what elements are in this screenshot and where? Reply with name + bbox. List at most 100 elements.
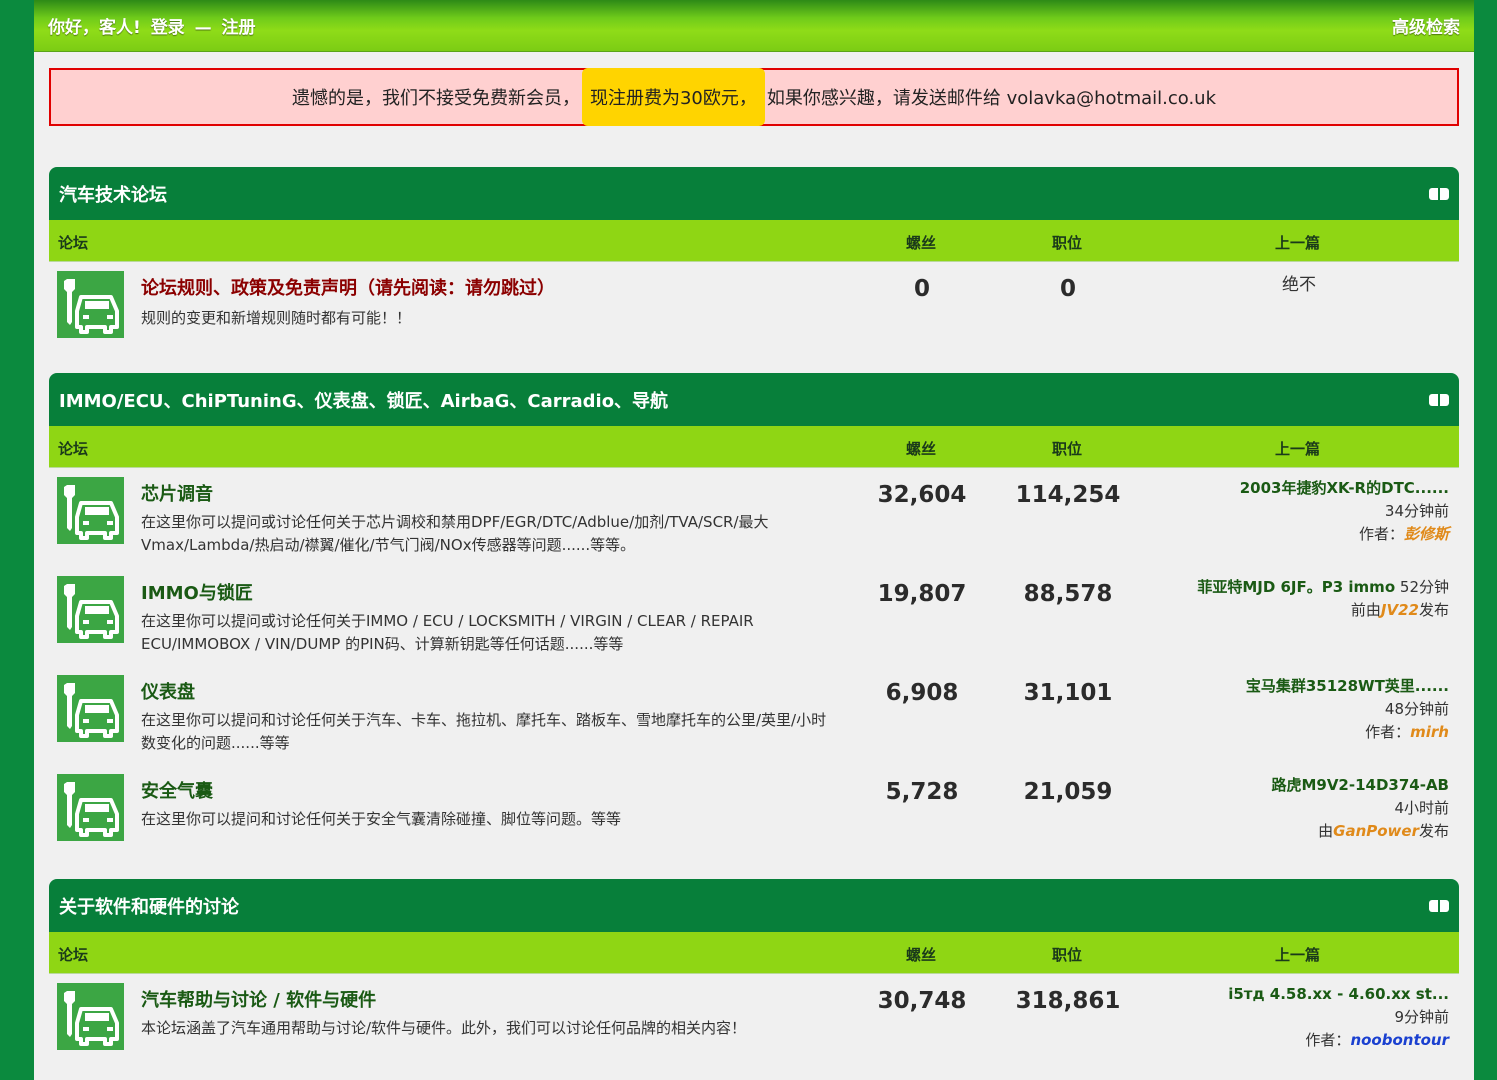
category-title: 汽车技术论坛 <box>59 184 167 206</box>
post-count: 88,578 <box>1023 581 1113 607</box>
category-title: 关于软件和硬件的讨论 <box>59 896 239 918</box>
category-immo-ecu: IMMO/ECU、ChiPTuninG、仪表盘、锁匠、AirbaG、Carrad… <box>49 373 1459 845</box>
collapse-toggle-icon[interactable] <box>1429 393 1449 406</box>
column-last-post: 上一篇 <box>1275 440 1321 458</box>
last-post-info: 菲亚特MJD 6JF。P3 immo 52分钟 前由JV22发布 <box>1197 576 1449 622</box>
last-post-user-link[interactable]: JV22 <box>1381 601 1419 619</box>
car-wrench-icon <box>57 271 124 338</box>
post-count: 21,059 <box>1023 779 1113 805</box>
register-link[interactable]: 注册 <box>222 18 256 38</box>
last-post-info: 宝马集群35128WT英里...... 48分钟前 作者：mirh <box>1246 675 1449 744</box>
advanced-search-link[interactable]: 高级检索 <box>1392 13 1460 38</box>
column-header-row: 论坛 螺丝 职位 上一篇 <box>49 932 1459 974</box>
by-prefix: 由 <box>1318 822 1334 840</box>
forum-row: IMMO与锁匠 在这里你可以提问或讨论任何关于IMMO / ECU / LOCK… <box>49 567 1459 666</box>
last-post-info: 2003年捷豹XK-R的DTC...... 34分钟前 作者：彭修斯 <box>1240 477 1449 546</box>
page: 你好，客人! 登录 — 注册 高级检索 遗憾的是，我们不接受免费新会员， 现注册… <box>34 0 1474 1080</box>
car-wrench-icon <box>57 675 124 742</box>
last-post-user-link[interactable]: GanPower <box>1333 822 1419 840</box>
car-wrench-icon <box>57 576 124 643</box>
greeting-text: 你好，客人! <box>48 18 141 38</box>
column-threads: 螺丝 <box>906 440 937 458</box>
column-header-row: 论坛 螺丝 职位 上一篇 <box>49 426 1459 468</box>
last-post-time: 4小时前 <box>1394 799 1449 817</box>
column-posts: 职位 <box>1052 234 1083 252</box>
separator: — <box>194 18 212 38</box>
forum-row: 仪表盘 在这里你可以提问和讨论任何关于汽车、卡车、拖拉机、摩托车、踏板车、雪地摩… <box>49 666 1459 765</box>
author-label: 作者： <box>1305 1031 1351 1049</box>
forum-title-link[interactable]: 论坛规则、政策及免责声明（请先阅读：请勿跳过） <box>141 274 555 300</box>
forum-row: 汽车帮助与讨论 / 软件与硬件 本论坛涵盖了汽车通用帮助与讨论/软件与硬件。此外… <box>49 974 1459 1079</box>
last-post-title-link[interactable]: i5тд 4.58.xx - 4.60.xx st... <box>1228 983 1449 1006</box>
notice-text-after: 如果你感兴趣，请发送邮件给 volavka@hotmail.co.uk <box>766 88 1217 109</box>
last-post-title-link[interactable]: 路虎M9V2-14D374-AB <box>1271 774 1449 797</box>
last-post-none: 绝不 <box>1282 275 1316 295</box>
thread-count: 0 <box>913 276 930 302</box>
forum-description: 在这里你可以提问和讨论任何关于汽车、卡车、拖拉机、摩托车、踏板车、雪地摩托车的公… <box>141 711 827 752</box>
category-header: IMMO/ECU、ChiPTuninG、仪表盘、锁匠、AirbaG、Carrad… <box>49 373 1459 426</box>
column-posts: 职位 <box>1052 440 1083 458</box>
forum-description: 本论坛涵盖了汽车通用帮助与讨论/软件与硬件。此外，我们可以讨论任何品牌的相关内容… <box>141 1019 747 1037</box>
column-forum: 论坛 <box>58 440 89 458</box>
notice-highlight: 现注册费为30欧元， <box>581 68 765 126</box>
category-header: 关于软件和硬件的讨论 <box>49 879 1459 932</box>
author-label: 作者： <box>1365 723 1411 741</box>
forum-row: 论坛规则、政策及免责声明（请先阅读：请勿跳过） 规则的变更和新增规则随时都有可能… <box>49 262 1459 352</box>
forum-title-link[interactable]: 芯片调音 <box>141 480 213 506</box>
thread-count: 5,728 <box>885 779 959 805</box>
column-last-post: 上一篇 <box>1275 946 1321 964</box>
column-posts: 职位 <box>1052 946 1083 964</box>
forum-title-link[interactable]: IMMO与锁匠 <box>141 579 253 605</box>
category-title: IMMO/ECU、ChiPTuninG、仪表盘、锁匠、AirbaG、Carrad… <box>59 390 669 412</box>
last-post-user-link[interactable]: 彭修斯 <box>1404 525 1449 543</box>
car-wrench-icon <box>57 477 124 544</box>
last-post-time: 48分钟前 <box>1384 700 1449 718</box>
post-count: 318,861 <box>1015 988 1121 1014</box>
column-last-post: 上一篇 <box>1275 234 1321 252</box>
collapse-toggle-icon[interactable] <box>1429 899 1449 912</box>
last-post-title-link[interactable]: 菲亚特MJD 6JF。P3 immo <box>1197 578 1395 596</box>
thread-count: 6,908 <box>885 680 959 706</box>
user-greeting: 你好，客人! 登录 — 注册 <box>48 13 256 38</box>
column-forum: 论坛 <box>58 234 89 252</box>
last-post-user-link[interactable]: noobontour <box>1350 1031 1449 1049</box>
last-post-title-link[interactable]: 宝马集群35128WT英里...... <box>1246 675 1449 698</box>
category-car-tech: 汽车技术论坛 论坛 螺丝 职位 上一篇 论坛规则、政策及免责声明（请先阅读：请勿… <box>49 167 1459 352</box>
last-post-time: 34分钟前 <box>1384 502 1449 520</box>
forum-title-link[interactable]: 仪表盘 <box>141 678 195 704</box>
last-post-time: 52分钟 <box>1399 578 1449 596</box>
registration-notice: 遗憾的是，我们不接受免费新会员， 现注册费为30欧元， 如果你感兴趣，请发送邮件… <box>49 68 1459 126</box>
thread-count: 19,807 <box>877 581 967 607</box>
collapse-toggle-icon[interactable] <box>1429 187 1449 200</box>
last-post-time: 9分钟前 <box>1394 1008 1449 1026</box>
thread-count: 30,748 <box>877 988 967 1014</box>
forum-title-link[interactable]: 安全气囊 <box>141 777 213 803</box>
notice-text-before: 遗憾的是，我们不接受免费新会员， <box>291 88 580 109</box>
forum-description: 在这里你可以提问或讨论任何关于芯片调校和禁用DPF/EGR/DTC/Adblue… <box>141 513 769 554</box>
post-count: 114,254 <box>1015 482 1121 508</box>
category-header: 汽车技术论坛 <box>49 167 1459 220</box>
car-wrench-icon <box>57 983 124 1050</box>
author-label: 作者： <box>1358 525 1404 543</box>
forum-description: 在这里你可以提问或讨论任何关于IMMO / ECU / LOCKSMITH / … <box>141 612 754 653</box>
forum-description: 在这里你可以提问和讨论任何关于安全气囊清除碰撞、脚位等问题。等等 <box>141 810 622 828</box>
post-count: 31,101 <box>1023 680 1113 706</box>
last-post-user-link[interactable]: mirh <box>1410 723 1449 741</box>
top-bar: 你好，客人! 登录 — 注册 高级检索 <box>34 0 1474 52</box>
column-forum: 论坛 <box>58 946 89 964</box>
forum-description: 规则的变更和新增规则随时都有可能！！ <box>141 309 412 327</box>
forum-title-link[interactable]: 汽车帮助与讨论 / 软件与硬件 <box>141 986 376 1012</box>
last-post-info: i5тд 4.58.xx - 4.60.xx st... 9分钟前 作者：noo… <box>1228 983 1449 1052</box>
category-software-hardware: 关于软件和硬件的讨论 论坛 螺丝 职位 上一篇 汽车帮助与讨论 / 软件与硬件 … <box>49 879 1459 1079</box>
column-threads: 螺丝 <box>906 946 937 964</box>
last-post-info: 路虎M9V2-14D374-AB 4小时前 由GanPower发布 <box>1271 774 1449 843</box>
post-count: 0 <box>1059 276 1076 302</box>
posted-suffix: 发布 <box>1418 601 1449 619</box>
car-wrench-icon <box>57 774 124 841</box>
last-post-title-link[interactable]: 2003年捷豹XK-R的DTC...... <box>1240 477 1449 500</box>
thread-count: 32,604 <box>877 482 967 508</box>
forum-row: 芯片调音 在这里你可以提问或讨论任何关于芯片调校和禁用DPF/EGR/DTC/A… <box>49 468 1459 567</box>
login-link[interactable]: 登录 <box>151 18 185 38</box>
by-prefix: 前由 <box>1350 601 1381 619</box>
forum-row: 安全气囊 在这里你可以提问和讨论任何关于安全气囊清除碰撞、脚位等问题。等等 5,… <box>49 765 1459 845</box>
